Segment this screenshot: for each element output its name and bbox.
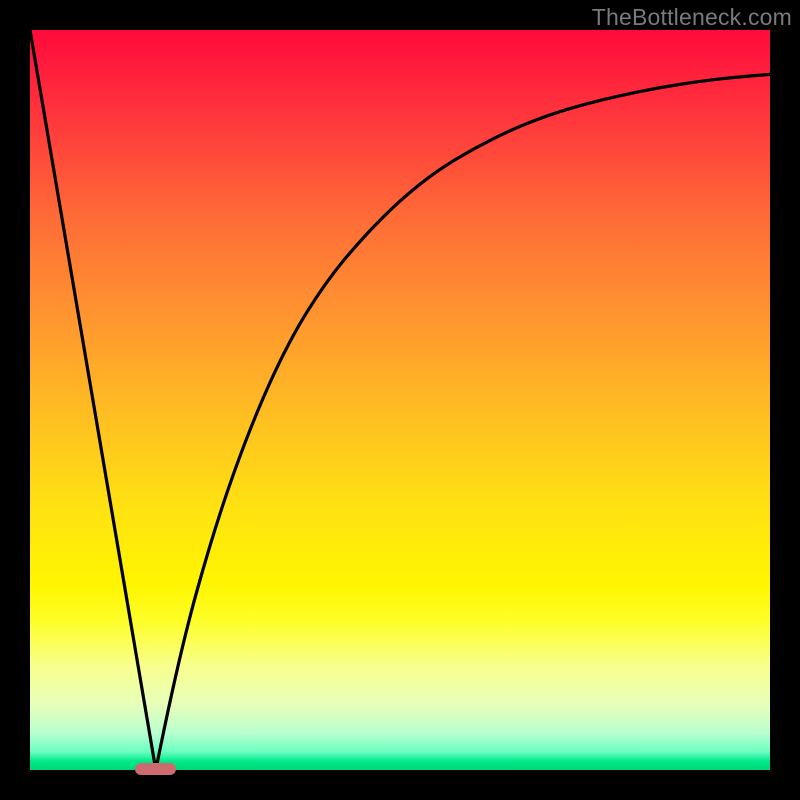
plot-area [30, 30, 770, 770]
watermark-text: TheBottleneck.com [592, 4, 792, 31]
right-curve-line [156, 74, 770, 770]
curve-layer [30, 30, 770, 770]
valley-marker [135, 763, 176, 775]
left-descent-line [30, 30, 156, 770]
chart-frame: TheBottleneck.com [0, 0, 800, 800]
